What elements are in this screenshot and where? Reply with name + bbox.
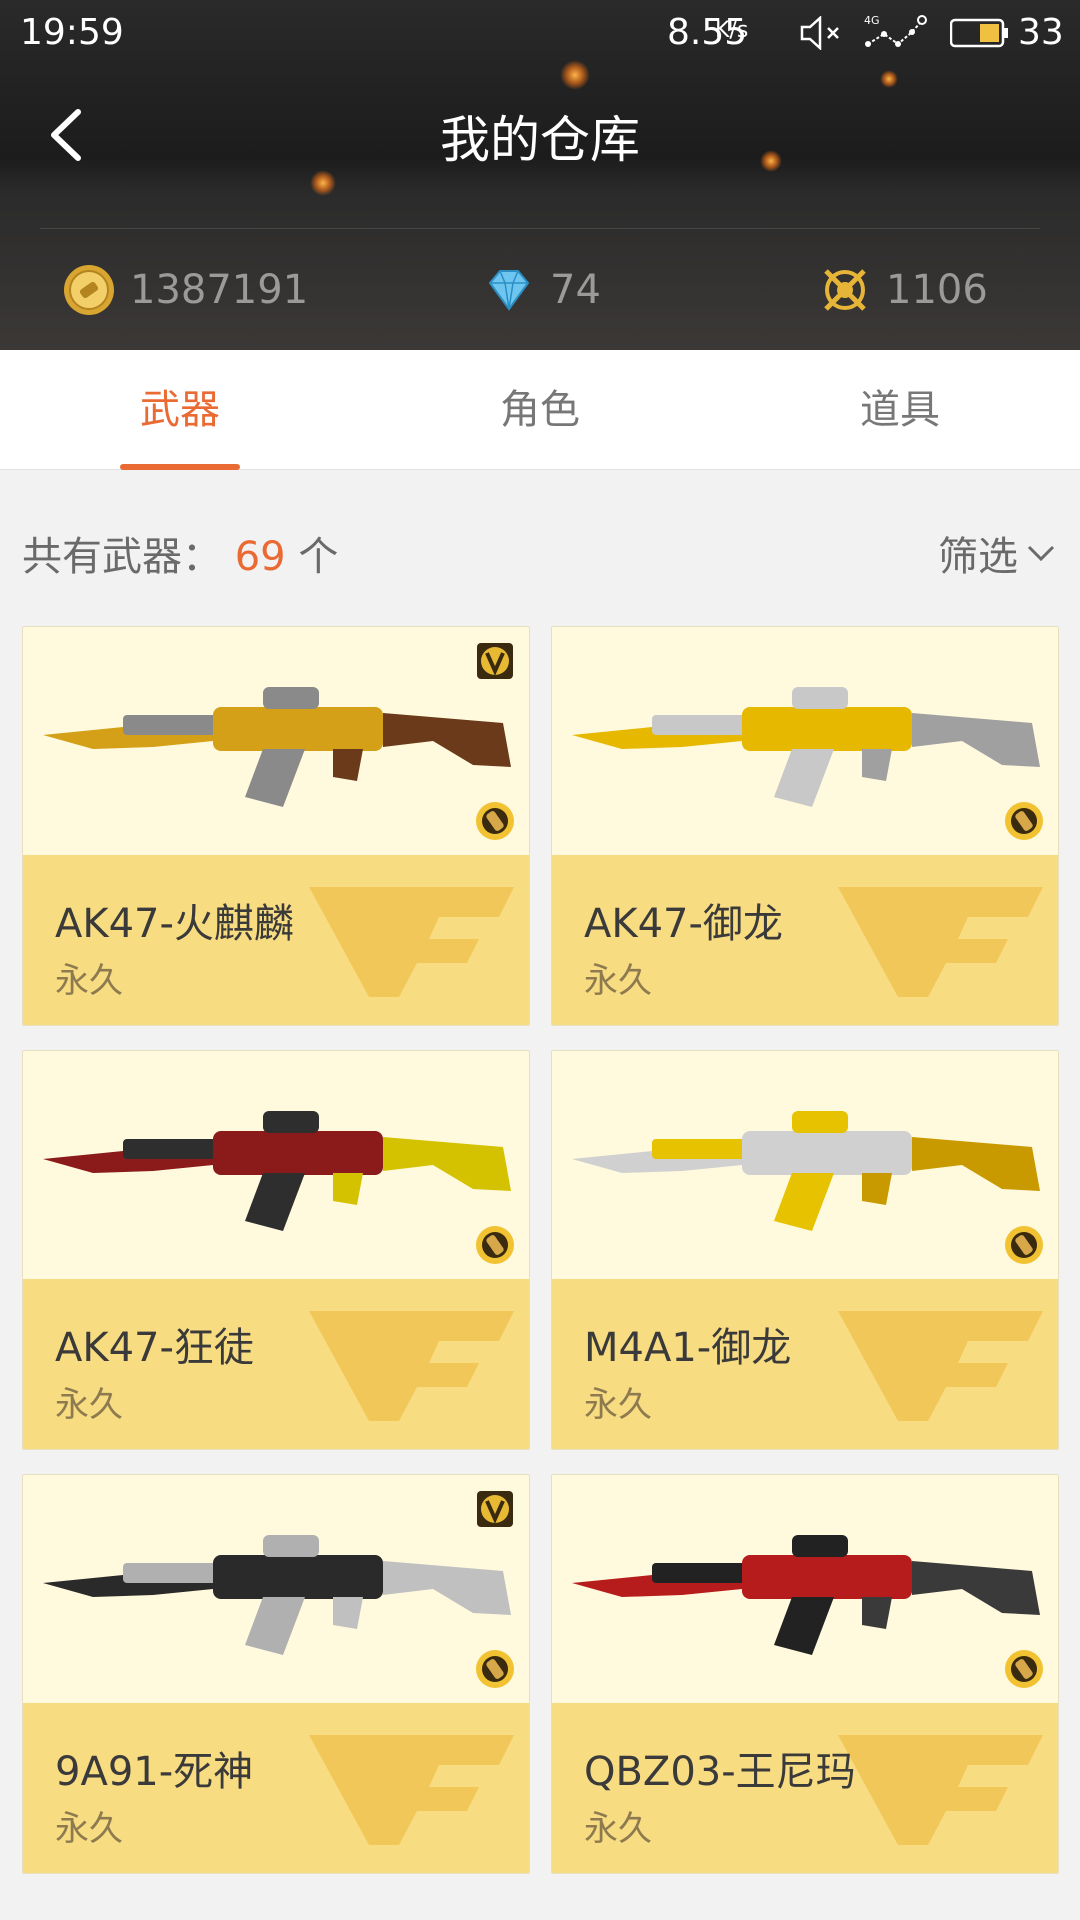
- weapon-name: AK47-火麒麟: [55, 901, 294, 947]
- weapon-name: 9A91-死神: [55, 1749, 254, 1795]
- weapon-name: M4A1-御龙: [584, 1325, 792, 1371]
- rank-badge-icon: [476, 1226, 514, 1264]
- weapon-info: M4A1-御龙 永久: [552, 1279, 1058, 1449]
- weapon-count-number: 69: [234, 534, 286, 580]
- rank-badge-icon: [476, 1650, 514, 1688]
- weapon-duration: 永久: [584, 1809, 652, 1849]
- weapon-count-prefix: 共有武器：: [22, 534, 222, 580]
- gold-balance: 1387191: [62, 262, 308, 318]
- weapon-image: [572, 1111, 1040, 1231]
- weapon-card[interactable]: 9A91-死神 永久: [22, 1474, 530, 1874]
- spark-decoration: [310, 170, 336, 196]
- honor-value: 1106: [886, 267, 988, 313]
- network-4g-icon: 4G: [864, 14, 927, 47]
- crossfire-logo-watermark: [838, 1735, 1043, 1845]
- vip-badge-icon: [477, 643, 513, 679]
- tab-active-indicator: [120, 464, 240, 470]
- weapon-image-area: [23, 1475, 529, 1703]
- weapon-count: 共有武器： 69 个: [22, 524, 338, 582]
- page-title: 我的仓库: [440, 111, 640, 169]
- tab-characters-label: 角色: [500, 387, 580, 433]
- weapon-card[interactable]: AK47-火麒麟 永久: [22, 626, 530, 1026]
- weapon-count-row: 共有武器： 69 个 筛选: [0, 500, 1080, 600]
- tab-items[interactable]: 道具: [720, 350, 1080, 470]
- crossfire-logo-watermark: [309, 1311, 514, 1421]
- weapon-image: [43, 687, 511, 807]
- rank-badge-icon: [1005, 1226, 1043, 1264]
- crossfire-logo-watermark: [309, 887, 514, 997]
- weapon-name: QBZ03-王尼玛: [584, 1749, 856, 1795]
- weapon-card[interactable]: M4A1-御龙 永久: [551, 1050, 1059, 1450]
- weapon-image-area: [552, 1051, 1058, 1279]
- weapon-info: 9A91-死神 永久: [23, 1703, 529, 1873]
- weapon-card[interactable]: QBZ03-王尼玛 永久: [551, 1474, 1059, 1874]
- crossfire-logo-watermark: [309, 1735, 514, 1845]
- chevron-down-icon: [1027, 545, 1055, 562]
- weapon-image: [572, 1535, 1040, 1655]
- battery-icon: [950, 18, 1008, 48]
- weapon-image-area: [23, 627, 529, 855]
- crossfire-logo-watermark: [838, 887, 1043, 997]
- rank-badge-icon: [1005, 802, 1043, 840]
- tab-characters[interactable]: 角色: [360, 350, 720, 470]
- svg-text:4G: 4G: [864, 14, 880, 27]
- weapon-duration: 永久: [55, 1385, 123, 1425]
- weapon-info: AK47-火麒麟 永久: [23, 855, 529, 1025]
- weapon-image-area: [552, 1475, 1058, 1703]
- status-battery-level: 33: [1018, 12, 1064, 53]
- status-bar: 19:59 8.55 K/s 4G 33: [0, 0, 1080, 64]
- rank-badge-icon: [1005, 1650, 1043, 1688]
- diamond-balance: 74: [482, 262, 601, 318]
- weapon-card[interactable]: AK47-御龙 永久: [551, 626, 1059, 1026]
- filter-label: 筛选: [938, 534, 1018, 580]
- weapon-image: [43, 1111, 511, 1231]
- vip-badge-icon: [477, 1491, 513, 1527]
- weapon-duration: 永久: [584, 961, 652, 1001]
- header-divider: [40, 228, 1040, 229]
- diamond-value: 74: [550, 267, 601, 313]
- weapon-name: AK47-御龙: [584, 901, 783, 947]
- rank-badge-icon: [476, 802, 514, 840]
- weapon-info: AK47-御龙 永久: [552, 855, 1058, 1025]
- tab-weapons[interactable]: 武器: [0, 350, 360, 470]
- spark-decoration: [560, 60, 590, 90]
- weapon-duration: 永久: [55, 961, 123, 1001]
- weapon-name: AK47-狂徒: [55, 1325, 254, 1371]
- gold-value: 1387191: [130, 267, 309, 313]
- crossed-rifles-icon: [824, 269, 866, 311]
- weapon-duration: 永久: [55, 1809, 123, 1849]
- weapon-duration: 永久: [584, 1385, 652, 1425]
- gold-coin-icon: [64, 265, 114, 315]
- mute-icon: [800, 16, 839, 50]
- weapon-info: QBZ03-王尼玛 永久: [552, 1703, 1058, 1873]
- status-net-speed-unit: K/s: [715, 18, 749, 43]
- status-time: 19:59: [20, 12, 124, 53]
- spark-decoration: [880, 70, 898, 88]
- diamond-icon: [488, 270, 530, 311]
- tab-weapons-label: 武器: [140, 387, 220, 433]
- honor-balance: 1106: [818, 262, 988, 318]
- weapon-info: AK47-狂徒 永久: [23, 1279, 529, 1449]
- weapon-card[interactable]: AK47-狂徒 永久: [22, 1050, 530, 1450]
- category-tabs: 武器 角色 道具: [0, 350, 1080, 470]
- weapon-count-suffix: 个: [298, 534, 339, 580]
- tab-items-label: 道具: [860, 387, 940, 433]
- weapon-image: [572, 687, 1040, 807]
- weapon-image-area: [23, 1051, 529, 1279]
- header-banner: 19:59 8.55 K/s 4G 33 我的仓库 1387191 74 110…: [0, 0, 1080, 350]
- crossfire-logo-watermark: [838, 1311, 1043, 1421]
- weapon-image: [43, 1535, 511, 1655]
- filter-button[interactable]: 筛选: [938, 524, 1056, 582]
- weapon-image-area: [552, 627, 1058, 855]
